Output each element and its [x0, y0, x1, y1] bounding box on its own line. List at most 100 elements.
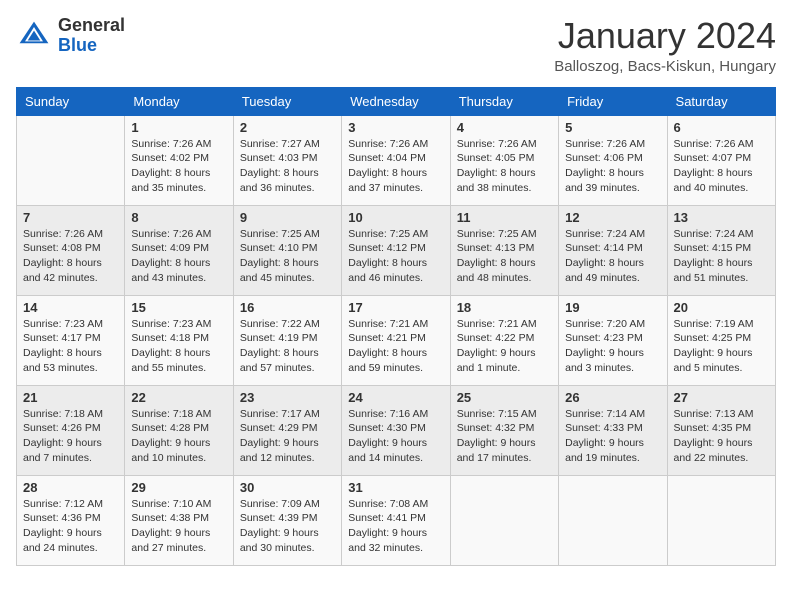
day-info: Sunrise: 7:17 AMSunset: 4:29 PMDaylight:…: [240, 407, 335, 466]
day-info: Sunrise: 7:24 AMSunset: 4:15 PMDaylight:…: [674, 227, 769, 286]
day-number: 20: [674, 300, 769, 315]
day-cell: 12 Sunrise: 7:24 AMSunset: 4:14 PMDayligh…: [559, 205, 667, 295]
header-day-thursday: Thursday: [450, 87, 558, 115]
day-info: Sunrise: 7:24 AMSunset: 4:14 PMDaylight:…: [565, 227, 660, 286]
day-cell: 20 Sunrise: 7:19 AMSunset: 4:25 PMDayligh…: [667, 295, 775, 385]
day-info: Sunrise: 7:26 AMSunset: 4:06 PMDaylight:…: [565, 137, 660, 196]
day-number: 21: [23, 390, 118, 405]
calendar-header: SundayMondayTuesdayWednesdayThursdayFrid…: [17, 87, 776, 115]
day-info: Sunrise: 7:20 AMSunset: 4:23 PMDaylight:…: [565, 317, 660, 376]
day-cell: 3 Sunrise: 7:26 AMSunset: 4:04 PMDaylight…: [342, 115, 450, 205]
day-info: Sunrise: 7:26 AMSunset: 4:09 PMDaylight:…: [131, 227, 226, 286]
day-number: 17: [348, 300, 443, 315]
day-info: Sunrise: 7:10 AMSunset: 4:38 PMDaylight:…: [131, 497, 226, 556]
day-cell: 10 Sunrise: 7:25 AMSunset: 4:12 PMDayligh…: [342, 205, 450, 295]
logo: General Blue: [16, 16, 125, 56]
day-number: 3: [348, 120, 443, 135]
day-number: 15: [131, 300, 226, 315]
day-number: 5: [565, 120, 660, 135]
day-info: Sunrise: 7:19 AMSunset: 4:25 PMDaylight:…: [674, 317, 769, 376]
header-row: SundayMondayTuesdayWednesdayThursdayFrid…: [17, 87, 776, 115]
day-cell: 30 Sunrise: 7:09 AMSunset: 4:39 PMDayligh…: [233, 475, 341, 565]
day-number: 26: [565, 390, 660, 405]
day-info: Sunrise: 7:16 AMSunset: 4:30 PMDaylight:…: [348, 407, 443, 466]
day-info: Sunrise: 7:14 AMSunset: 4:33 PMDaylight:…: [565, 407, 660, 466]
day-cell: 19 Sunrise: 7:20 AMSunset: 4:23 PMDayligh…: [559, 295, 667, 385]
day-number: 9: [240, 210, 335, 225]
day-info: Sunrise: 7:25 AMSunset: 4:10 PMDaylight:…: [240, 227, 335, 286]
day-info: Sunrise: 7:26 AMSunset: 4:04 PMDaylight:…: [348, 137, 443, 196]
day-cell: 25 Sunrise: 7:15 AMSunset: 4:32 PMDayligh…: [450, 385, 558, 475]
calendar-table: SundayMondayTuesdayWednesdayThursdayFrid…: [16, 87, 776, 566]
day-number: 12: [565, 210, 660, 225]
header-day-monday: Monday: [125, 87, 233, 115]
day-cell: 1Sunrise: 7:26 AMSunset: 4:02 PMDaylight…: [125, 115, 233, 205]
header-day-sunday: Sunday: [17, 87, 125, 115]
day-cell: 28Sunrise: 7:12 AMSunset: 4:36 PMDayligh…: [17, 475, 125, 565]
day-cell: 29 Sunrise: 7:10 AMSunset: 4:38 PMDayligh…: [125, 475, 233, 565]
day-info: Sunrise: 7:08 AMSunset: 4:41 PMDaylight:…: [348, 497, 443, 556]
header-day-friday: Friday: [559, 87, 667, 115]
day-cell: [17, 115, 125, 205]
day-info: Sunrise: 7:25 AMSunset: 4:12 PMDaylight:…: [348, 227, 443, 286]
day-info: Sunrise: 7:23 AMSunset: 4:18 PMDaylight:…: [131, 317, 226, 376]
day-info: Sunrise: 7:21 AMSunset: 4:22 PMDaylight:…: [457, 317, 552, 376]
day-info: Sunrise: 7:12 AMSunset: 4:36 PMDaylight:…: [23, 497, 118, 556]
day-cell: [667, 475, 775, 565]
week-row-5: 28Sunrise: 7:12 AMSunset: 4:36 PMDayligh…: [17, 475, 776, 565]
logo-text: General Blue: [58, 16, 125, 56]
day-number: 18: [457, 300, 552, 315]
calendar-body: 1Sunrise: 7:26 AMSunset: 4:02 PMDaylight…: [17, 115, 776, 565]
week-row-2: 7 Sunrise: 7:26 AMSunset: 4:08 PMDaylight…: [17, 205, 776, 295]
day-number: 6: [674, 120, 769, 135]
day-cell: 31Sunrise: 7:08 AMSunset: 4:41 PMDayligh…: [342, 475, 450, 565]
week-row-3: 14 Sunrise: 7:23 AMSunset: 4:17 PMDayligh…: [17, 295, 776, 385]
day-number: 19: [565, 300, 660, 315]
day-number: 16: [240, 300, 335, 315]
day-info: Sunrise: 7:15 AMSunset: 4:32 PMDaylight:…: [457, 407, 552, 466]
day-cell: 23 Sunrise: 7:17 AMSunset: 4:29 PMDayligh…: [233, 385, 341, 475]
day-info: Sunrise: 7:27 AMSunset: 4:03 PMDaylight:…: [240, 137, 335, 196]
location: Balloszog, Bacs-Kiskun, Hungary: [554, 58, 776, 75]
day-cell: 21 Sunrise: 7:18 AMSunset: 4:26 PMDayligh…: [17, 385, 125, 475]
day-number: 25: [457, 390, 552, 405]
day-cell: 26 Sunrise: 7:14 AMSunset: 4:33 PMDayligh…: [559, 385, 667, 475]
day-cell: 9 Sunrise: 7:25 AMSunset: 4:10 PMDaylight…: [233, 205, 341, 295]
day-number: 1: [131, 120, 226, 135]
day-cell: 24 Sunrise: 7:16 AMSunset: 4:30 PMDayligh…: [342, 385, 450, 475]
day-number: 4: [457, 120, 552, 135]
day-cell: 7 Sunrise: 7:26 AMSunset: 4:08 PMDaylight…: [17, 205, 125, 295]
header-day-wednesday: Wednesday: [342, 87, 450, 115]
day-cell: 14 Sunrise: 7:23 AMSunset: 4:17 PMDayligh…: [17, 295, 125, 385]
day-number: 24: [348, 390, 443, 405]
day-number: 27: [674, 390, 769, 405]
logo-general: General: [58, 15, 125, 35]
day-cell: 8Sunrise: 7:26 AMSunset: 4:09 PMDaylight…: [125, 205, 233, 295]
day-cell: [559, 475, 667, 565]
month-title: January 2024: [554, 16, 776, 56]
day-info: Sunrise: 7:23 AMSunset: 4:17 PMDaylight:…: [23, 317, 118, 376]
day-info: Sunrise: 7:22 AMSunset: 4:19 PMDaylight:…: [240, 317, 335, 376]
day-info: Sunrise: 7:18 AMSunset: 4:28 PMDaylight:…: [131, 407, 226, 466]
header-day-saturday: Saturday: [667, 87, 775, 115]
day-cell: 18 Sunrise: 7:21 AMSunset: 4:22 PMDayligh…: [450, 295, 558, 385]
day-info: Sunrise: 7:18 AMSunset: 4:26 PMDaylight:…: [23, 407, 118, 466]
day-number: 30: [240, 480, 335, 495]
day-info: Sunrise: 7:26 AMSunset: 4:08 PMDaylight:…: [23, 227, 118, 286]
day-cell: 22Sunrise: 7:18 AMSunset: 4:28 PMDayligh…: [125, 385, 233, 475]
day-cell: 27Sunrise: 7:13 AMSunset: 4:35 PMDayligh…: [667, 385, 775, 475]
day-number: 7: [23, 210, 118, 225]
logo-blue: Blue: [58, 35, 97, 55]
day-number: 2: [240, 120, 335, 135]
week-row-4: 21 Sunrise: 7:18 AMSunset: 4:26 PMDayligh…: [17, 385, 776, 475]
day-number: 29: [131, 480, 226, 495]
day-cell: 15 Sunrise: 7:23 AMSunset: 4:18 PMDayligh…: [125, 295, 233, 385]
day-number: 10: [348, 210, 443, 225]
logo-icon: [16, 18, 52, 54]
day-number: 23: [240, 390, 335, 405]
day-info: Sunrise: 7:09 AMSunset: 4:39 PMDaylight:…: [240, 497, 335, 556]
day-info: Sunrise: 7:25 AMSunset: 4:13 PMDaylight:…: [457, 227, 552, 286]
day-cell: 4Sunrise: 7:26 AMSunset: 4:05 PMDaylight…: [450, 115, 558, 205]
day-number: 14: [23, 300, 118, 315]
header: General Blue January 2024 Balloszog, Bac…: [16, 16, 776, 75]
